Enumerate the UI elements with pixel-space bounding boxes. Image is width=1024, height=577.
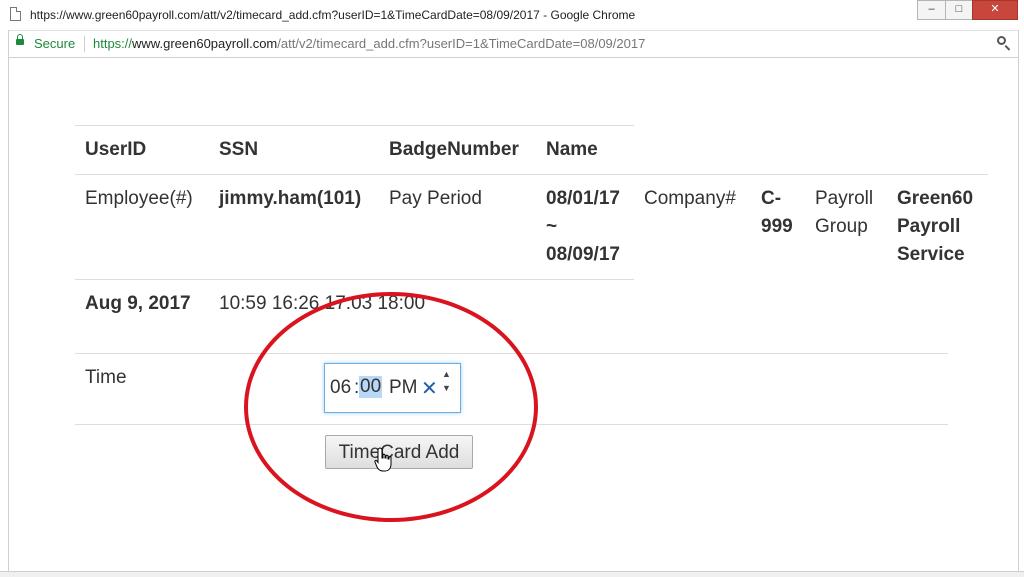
zoom-icon[interactable] — [997, 36, 1006, 45]
address-divider — [84, 36, 85, 52]
punch-times: 10:59 16:26 17:03 18:00 — [219, 293, 426, 314]
window-bottom-border — [0, 571, 1024, 577]
time-divider — [75, 424, 948, 425]
time-minute[interactable]: 00 — [359, 376, 383, 398]
header-badge: BadgeNumber — [389, 139, 519, 160]
header-userid: UserID — [85, 139, 147, 160]
time-label: Time — [85, 367, 127, 388]
payroll-group-value-line2: Payroll — [897, 216, 961, 237]
page-icon — [10, 7, 21, 21]
employee-value: jimmy.ham(101) — [219, 188, 362, 209]
address-bar[interactable]: Secure https://www.green60payroll.com/at… — [8, 31, 1020, 58]
payroll-group-value-line3: Service — [897, 244, 965, 265]
url-host: www.green60payroll.com — [132, 36, 278, 51]
company-label: Company# — [644, 188, 736, 209]
pay-period-label: Pay Period — [389, 188, 482, 209]
header-divider — [75, 174, 988, 175]
maximize-button[interactable]: □ — [945, 0, 972, 20]
timecard-add-button[interactable]: TimeCard Add — [325, 435, 473, 469]
header-name: Name — [546, 139, 598, 160]
url-path: /att/v2/timecard_add.cfm?userID=1&TimeCa… — [277, 36, 646, 51]
clear-icon[interactable]: ✕ — [421, 376, 438, 401]
spin-down-icon[interactable]: ▼ — [442, 383, 451, 393]
url-scheme: https:// — [93, 36, 133, 51]
close-button[interactable]: ✕ — [972, 0, 1018, 20]
url-text[interactable]: https://www.green60payroll.com/att/v2/ti… — [93, 36, 645, 51]
company-value-line2: 999 — [761, 216, 793, 237]
time-ampm[interactable]: PM — [389, 377, 418, 399]
window-right-border — [1018, 30, 1024, 577]
pay-period-end: 08/09/17 — [546, 244, 620, 265]
secure-label[interactable]: Secure — [34, 36, 75, 51]
pay-period-start: 08/01/17 — [546, 188, 620, 209]
payroll-group-label-line2: Group — [815, 216, 868, 237]
payroll-group-label-line1: Payroll — [815, 188, 874, 209]
table-top-line — [75, 125, 634, 126]
info-divider — [75, 279, 634, 280]
header-ssn: SSN — [219, 139, 259, 160]
pay-period-tilde: ~ — [546, 216, 558, 237]
punch-date: Aug 9, 2017 — [85, 293, 191, 314]
minimize-button[interactable]: – — [917, 0, 945, 20]
time-input[interactable]: 06 : 00 PM ✕ ▲ ▼ — [324, 363, 461, 413]
window-left-border — [0, 30, 9, 577]
payroll-group-value-line1: Green60 — [897, 188, 974, 209]
window-title: https://www.green60payroll.com/att/v2/ti… — [30, 8, 636, 22]
employee-label: Employee(#) — [85, 188, 193, 209]
browser-titlebar: https://www.green60payroll.com/att/v2/ti… — [0, 0, 1024, 31]
spin-up-icon[interactable]: ▲ — [442, 369, 451, 379]
hand-cursor-icon — [374, 447, 392, 472]
time-hour[interactable]: 06 — [330, 377, 351, 399]
punch-divider — [75, 353, 948, 354]
lock-icon[interactable] — [16, 34, 24, 45]
company-value-line1: C- — [761, 188, 782, 209]
